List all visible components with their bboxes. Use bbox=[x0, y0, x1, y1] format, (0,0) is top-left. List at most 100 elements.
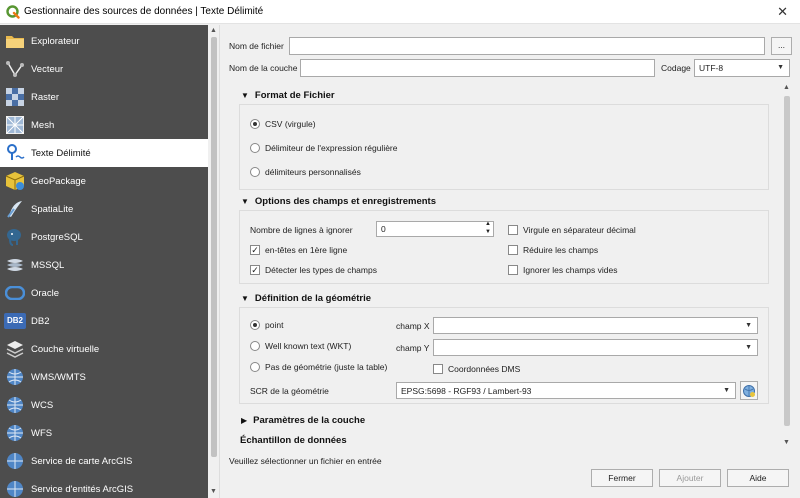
layer-name-input[interactable] bbox=[300, 59, 655, 77]
skip-lines-spinbox[interactable]: 0 ▲ ▼ bbox=[376, 221, 494, 237]
scrollbar-thumb[interactable] bbox=[211, 37, 217, 457]
qgis-logo-icon bbox=[6, 5, 20, 19]
add-button[interactable]: Ajouter bbox=[659, 469, 721, 487]
filename-label: Nom de fichier bbox=[229, 41, 284, 51]
panel-scrollbar[interactable]: ▲ ▼ bbox=[781, 82, 793, 449]
filename-input[interactable] bbox=[289, 37, 765, 55]
crs-selector-button[interactable] bbox=[740, 381, 758, 400]
sidebar-item-raster[interactable]: Raster bbox=[0, 83, 208, 111]
encoding-label: Codage bbox=[661, 63, 691, 73]
arcgis-map-icon bbox=[3, 450, 27, 472]
radio-selected-icon bbox=[250, 320, 260, 330]
sidebar-scrollbar[interactable]: ▲ ▼ bbox=[208, 25, 220, 498]
header-checkbox[interactable]: ✓ en-têtes en 1ère ligne bbox=[250, 245, 347, 255]
sidebar-item-arcgis-map[interactable]: Service de carte ArcGIS bbox=[0, 447, 208, 475]
file-format-header[interactable]: ▼ Format de Fichier bbox=[241, 90, 335, 101]
spatialite-icon bbox=[3, 198, 27, 220]
x-field-label: champ X bbox=[396, 321, 430, 331]
sidebar-item-explorateur[interactable]: Explorateur bbox=[0, 27, 208, 55]
layer-settings-header[interactable]: ▶ Paramètres de la couche bbox=[241, 415, 365, 426]
close-icon[interactable]: ✕ bbox=[777, 4, 788, 20]
arcgis-feature-icon bbox=[3, 478, 27, 498]
fields-options-header[interactable]: ▼ Options des champs et enregistrements bbox=[241, 196, 436, 207]
sidebar-item-mssql[interactable]: MSSQL bbox=[0, 251, 208, 279]
sidebar-item-db2[interactable]: DB2 DB2 bbox=[0, 307, 208, 335]
sidebar-item-arcgis-feature[interactable]: Service d'entités ArcGIS bbox=[0, 475, 208, 498]
sidebar-item-wms-wmts[interactable]: WMS/WMTS bbox=[0, 363, 208, 391]
geometry-group: point Well known text (WKT) Pas de géomé… bbox=[239, 307, 769, 404]
chevron-down-icon: ▼ bbox=[723, 387, 730, 394]
window-title: Gestionnaire des sources de données | Te… bbox=[24, 6, 264, 17]
spin-arrows-icon[interactable]: ▲ ▼ bbox=[485, 220, 491, 236]
raster-icon bbox=[3, 86, 27, 108]
collapse-arrow-icon: ▼ bbox=[241, 197, 249, 206]
sidebar-item-wfs[interactable]: WFS bbox=[0, 419, 208, 447]
wfs-icon bbox=[3, 422, 27, 444]
layer-name-label: Nom de la couche bbox=[229, 63, 298, 73]
radio-icon bbox=[250, 167, 260, 177]
wcs-icon bbox=[3, 394, 27, 416]
sidebar-item-wcs[interactable]: WCS bbox=[0, 391, 208, 419]
sidebar-item-mesh[interactable]: Mesh bbox=[0, 111, 208, 139]
dms-checkbox[interactable]: Coordonnées DMS bbox=[433, 364, 520, 374]
options-panel: ▼ Format de Fichier CSV (virgule) Délimi… bbox=[229, 82, 781, 449]
collapse-arrow-icon: ▼ bbox=[241, 294, 249, 303]
skip-lines-label: Nombre de lignes à ignorer bbox=[250, 225, 353, 235]
sidebar-item-texte-delimite[interactable]: Texte Délimité bbox=[0, 139, 208, 167]
db2-icon: DB2 bbox=[3, 310, 27, 332]
chevron-down-icon: ▼ bbox=[745, 322, 752, 329]
fields-options-group: Nombre de lignes à ignorer 0 ▲ ▼ ✓ en-têt… bbox=[239, 210, 769, 284]
radio-icon bbox=[250, 143, 260, 153]
sidebar: Explorateur Vecteur Raster Mesh Texte Dé… bbox=[0, 25, 208, 498]
browse-button[interactable]: ... bbox=[771, 37, 792, 55]
discard-empty-checkbox[interactable]: Ignorer les champs vides bbox=[508, 265, 618, 275]
y-field-select[interactable]: ▼ bbox=[433, 339, 758, 356]
help-button[interactable]: Aide bbox=[727, 469, 789, 487]
title-bar: Gestionnaire des sources de données | Te… bbox=[0, 0, 800, 24]
scroll-up-arrow-icon[interactable]: ▲ bbox=[210, 27, 217, 34]
scroll-down-arrow-icon[interactable]: ▼ bbox=[783, 439, 790, 446]
file-format-group: CSV (virgule) Délimiteur de l'expression… bbox=[239, 104, 769, 190]
expand-arrow-icon: ▶ bbox=[241, 416, 248, 425]
radio-csv[interactable]: CSV (virgule) bbox=[250, 119, 316, 129]
encoding-select[interactable]: UTF-8 ▼ bbox=[694, 59, 790, 77]
scroll-up-arrow-icon[interactable]: ▲ bbox=[783, 84, 790, 91]
sidebar-item-oracle[interactable]: Oracle bbox=[0, 279, 208, 307]
decimal-comma-checkbox[interactable]: Virgule en séparateur décimal bbox=[508, 225, 636, 235]
crs-label: SCR de la géométrie bbox=[250, 386, 329, 396]
sidebar-item-postgresql[interactable]: PostgreSQL bbox=[0, 223, 208, 251]
geopackage-icon bbox=[3, 170, 27, 192]
scrollbar-thumb[interactable] bbox=[784, 96, 790, 426]
checkbox-icon bbox=[508, 265, 518, 275]
radio-no-geometry[interactable]: Pas de géométrie (juste la table) bbox=[250, 362, 387, 372]
oracle-icon bbox=[3, 282, 27, 304]
wms-icon bbox=[3, 366, 27, 388]
scroll-down-arrow-icon[interactable]: ▼ bbox=[210, 488, 217, 495]
checkbox-icon bbox=[508, 245, 518, 255]
geometry-header[interactable]: ▼ Définition de la géométrie bbox=[241, 293, 371, 304]
mssql-icon bbox=[3, 254, 27, 276]
sidebar-item-couche-virtuelle[interactable]: Couche virtuelle bbox=[0, 335, 208, 363]
y-field-label: champ Y bbox=[396, 343, 430, 353]
crs-select[interactable]: EPSG:5698 - RGF93 / Lambert-93 ▼ bbox=[396, 382, 736, 399]
sidebar-item-spatialite[interactable]: SpatiaLite bbox=[0, 195, 208, 223]
radio-wkt[interactable]: Well known text (WKT) bbox=[250, 341, 351, 351]
radio-point[interactable]: point bbox=[250, 320, 283, 330]
radio-custom-delimiters[interactable]: délimiteurs personnalisés bbox=[250, 167, 361, 177]
sidebar-item-vecteur[interactable]: Vecteur bbox=[0, 55, 208, 83]
detect-types-checkbox[interactable]: ✓ Détecter les types de champs bbox=[250, 265, 377, 275]
checkbox-checked-icon: ✓ bbox=[250, 245, 260, 255]
collapse-arrow-icon: ▼ bbox=[241, 91, 249, 100]
globe-icon bbox=[743, 385, 755, 397]
trim-fields-checkbox[interactable]: Réduire les champs bbox=[508, 245, 598, 255]
folder-icon bbox=[3, 30, 27, 52]
radio-regex-delimiter[interactable]: Délimiteur de l'expression régulière bbox=[250, 143, 398, 153]
checkbox-icon bbox=[508, 225, 518, 235]
checkbox-checked-icon: ✓ bbox=[250, 265, 260, 275]
chevron-down-icon: ▼ bbox=[745, 344, 752, 351]
close-button[interactable]: Fermer bbox=[591, 469, 653, 487]
vector-icon bbox=[3, 58, 27, 80]
x-field-select[interactable]: ▼ bbox=[433, 317, 758, 334]
radio-selected-icon bbox=[250, 119, 260, 129]
sidebar-item-geopackage[interactable]: GeoPackage bbox=[0, 167, 208, 195]
